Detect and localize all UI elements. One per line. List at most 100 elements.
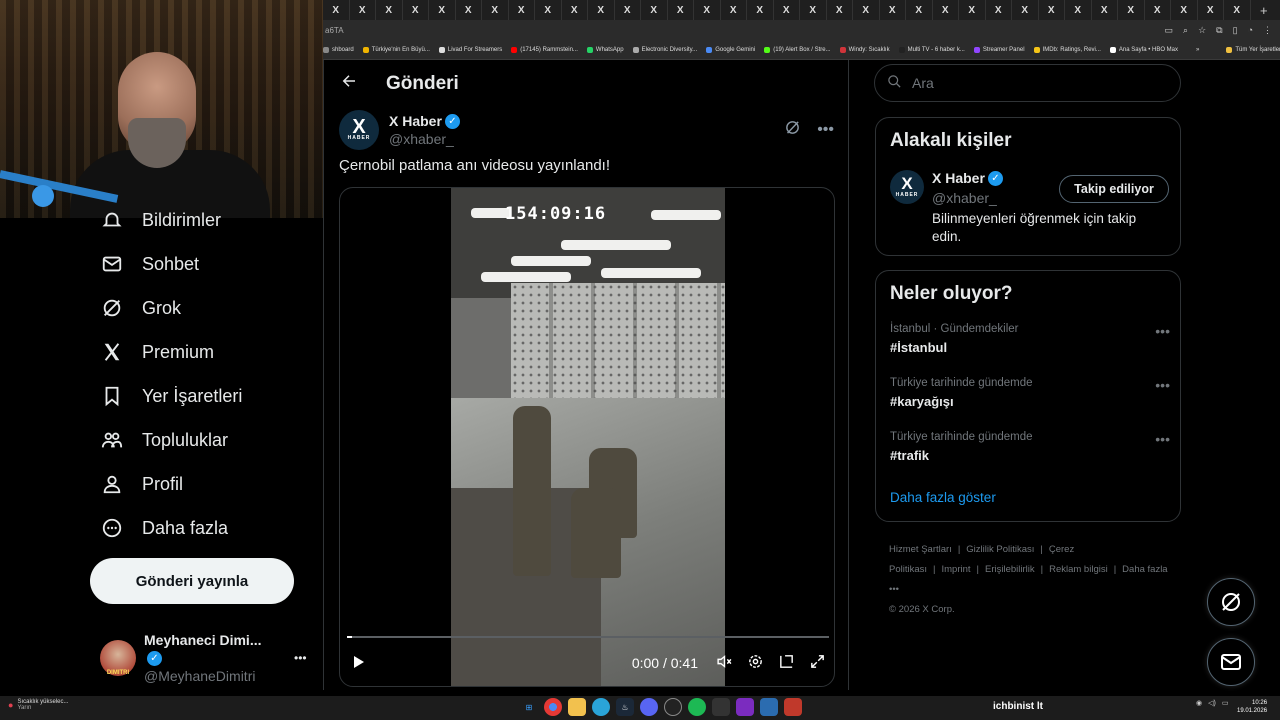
browser-tab[interactable]: X xyxy=(456,0,482,20)
browser-tab[interactable]: X xyxy=(429,0,456,20)
steam-icon[interactable]: ♨ xyxy=(616,698,634,716)
xsplit-icon[interactable] xyxy=(784,698,802,716)
footer-link[interactable]: Imprint xyxy=(941,564,970,575)
trend-more-icon[interactable]: ••• xyxy=(1155,431,1170,447)
vpn-icon[interactable] xyxy=(760,698,778,716)
video-progress-bar[interactable] xyxy=(347,636,829,638)
grok-icon[interactable] xyxy=(784,119,801,141)
browser-tab[interactable]: X xyxy=(323,0,350,20)
account-switcher[interactable]: DIMITRI Meyhaneci Dimi... ✓ @MeyhaneDimit… xyxy=(100,632,315,684)
nav-item-x[interactable]: Premium xyxy=(100,340,214,364)
cast-icon[interactable]: ▭ xyxy=(1165,25,1174,36)
following-button[interactable]: Takip ediliyor xyxy=(1059,175,1169,203)
star-icon[interactable]: ☆ xyxy=(1198,25,1206,36)
browser-tab[interactable]: X xyxy=(1171,0,1198,20)
new-tab-button[interactable]: + xyxy=(1251,0,1278,20)
browser-tab[interactable]: X xyxy=(747,0,774,20)
footer-link[interactable]: Gizlilik Politikası xyxy=(966,544,1034,555)
address-bar[interactable]: a6TA ▭ ⌕ ☆ ⧉ ▯ ◔ ⋮ xyxy=(323,20,1280,41)
more-options-icon[interactable]: ••• xyxy=(817,121,834,139)
browser-tab[interactable]: X xyxy=(1145,0,1171,20)
related-avatar[interactable]: X HABER xyxy=(890,170,924,204)
obs-icon[interactable] xyxy=(664,698,682,716)
browser-tab[interactable]: X xyxy=(350,0,376,20)
nav-item-people[interactable]: Topluluklar xyxy=(100,428,228,452)
browser-tab[interactable]: X xyxy=(880,0,906,20)
bookmark-item[interactable]: Türkiye'nin En Büyü... xyxy=(362,47,430,53)
speaker-icon[interactable]: ◁) xyxy=(1208,699,1216,707)
settings-icon[interactable] xyxy=(747,653,764,673)
browser-tab[interactable]: X xyxy=(588,0,615,20)
browser-tab[interactable]: X xyxy=(403,0,429,20)
nav-item-person[interactable]: Profil xyxy=(100,472,183,496)
browser-tab[interactable]: X xyxy=(694,0,721,20)
related-name[interactable]: X Haber xyxy=(932,170,985,186)
footer-link[interactable]: Reklam bilgisi xyxy=(1049,564,1108,575)
trend-item[interactable]: Türkiye tarihinde gündemde #trafik ••• xyxy=(890,431,1170,463)
extensions-icon[interactable]: ⧉ xyxy=(1216,25,1222,36)
browser-tab[interactable]: X xyxy=(986,0,1012,20)
bookmark-item[interactable]: Multi TV - 6 haber k... xyxy=(898,47,965,53)
bookmark-item[interactable]: Streamer Panel xyxy=(973,47,1025,53)
bookmark-item[interactable]: (17145) Rammstein... xyxy=(511,47,578,53)
video-player[interactable]: 154:09:16 0:00 / 0:41 xyxy=(339,187,835,687)
browser-tab[interactable]: X xyxy=(668,0,694,20)
related-handle[interactable]: @xhaber_ xyxy=(932,190,1003,206)
nav-item-bell[interactable]: Bildirimler xyxy=(100,208,221,232)
nav-item-mail[interactable]: Sohbet xyxy=(100,252,199,276)
footer-link[interactable]: Hizmet Şartları xyxy=(889,544,952,555)
nav-item-more-circle[interactable]: Daha fazla xyxy=(100,516,228,540)
zoom-icon[interactable]: ⌕ xyxy=(1183,25,1188,36)
pip-icon[interactable] xyxy=(778,653,795,673)
bookmark-item[interactable]: WhatsApp xyxy=(586,47,624,53)
bookmark-item[interactable]: Electronic Diversity... xyxy=(632,47,697,53)
browser-tab[interactable]: X xyxy=(1118,0,1145,20)
volume-icon[interactable] xyxy=(716,653,733,673)
browser-tab[interactable]: X xyxy=(853,0,880,20)
streamlabs-icon[interactable] xyxy=(736,698,754,716)
folder-icon[interactable] xyxy=(568,698,586,716)
start-icon[interactable]: ⊞ xyxy=(520,698,538,716)
discord-icon[interactable] xyxy=(640,698,658,716)
search-input[interactable]: Ara xyxy=(874,64,1181,102)
browser-tab[interactable]: X xyxy=(562,0,588,20)
browser-tab[interactable]: X xyxy=(774,0,800,20)
browser-tab[interactable]: X xyxy=(1065,0,1092,20)
network-icon[interactable]: ◉ xyxy=(1196,699,1202,707)
bookmark-item[interactable]: Ana Sayfa • HBO Max xyxy=(1109,47,1178,53)
system-tray[interactable]: ◉ ◁) ▭ xyxy=(1196,699,1228,707)
messages-fab[interactable] xyxy=(1207,638,1255,686)
browser-tab[interactable]: X xyxy=(933,0,959,20)
browser-tab[interactable]: X xyxy=(1224,0,1251,20)
clock[interactable]: 10:26 19.01.2026 xyxy=(1237,699,1267,715)
bookmark-item[interactable]: shboard xyxy=(323,47,354,53)
bookmark-item[interactable]: IMDb: Ratings, Revi... xyxy=(1033,47,1101,53)
more-icon[interactable]: ••• xyxy=(294,651,307,665)
grok-fab[interactable] xyxy=(1207,578,1255,626)
browser-tab[interactable]: X xyxy=(800,0,827,20)
show-more-link[interactable]: Daha fazla göster xyxy=(890,490,996,505)
browser-tab[interactable]: X xyxy=(1012,0,1039,20)
bookmark-item[interactable]: Windy: Sıcaklık xyxy=(839,47,890,53)
bookmark-item[interactable]: Google Gemini xyxy=(706,47,755,53)
browser-tab[interactable]: X xyxy=(827,0,853,20)
trend-more-icon[interactable]: ••• xyxy=(1155,377,1170,393)
related-person[interactable]: X HABER X Haber ✓ @xhaber_ xyxy=(890,170,1003,206)
browser-tab[interactable]: X xyxy=(509,0,535,20)
chrome-icon[interactable] xyxy=(544,698,562,716)
post-button[interactable]: Gönderi yayınla xyxy=(90,558,294,604)
back-arrow-icon[interactable] xyxy=(340,72,358,95)
profile-icon[interactable]: ◔ xyxy=(1248,25,1253,36)
browser-tab[interactable]: X xyxy=(615,0,641,20)
browser-tab[interactable]: X xyxy=(376,0,403,20)
author-name[interactable]: X Haber xyxy=(389,113,442,129)
bookmark-item[interactable]: Tüm Yer İşaretleri xyxy=(1226,47,1280,53)
browser-tab[interactable]: X xyxy=(1198,0,1224,20)
weather-widget[interactable]: ● Sıcaklık yükselec... Yarın xyxy=(8,699,68,711)
play-icon[interactable] xyxy=(350,654,366,673)
edge-icon[interactable] xyxy=(592,698,610,716)
menu-icon[interactable]: ⋮ xyxy=(1263,25,1272,36)
browser-tab[interactable]: X xyxy=(641,0,668,20)
author-handle[interactable]: @xhaber_ xyxy=(389,131,460,147)
nav-item-grok[interactable]: Grok xyxy=(100,296,181,320)
